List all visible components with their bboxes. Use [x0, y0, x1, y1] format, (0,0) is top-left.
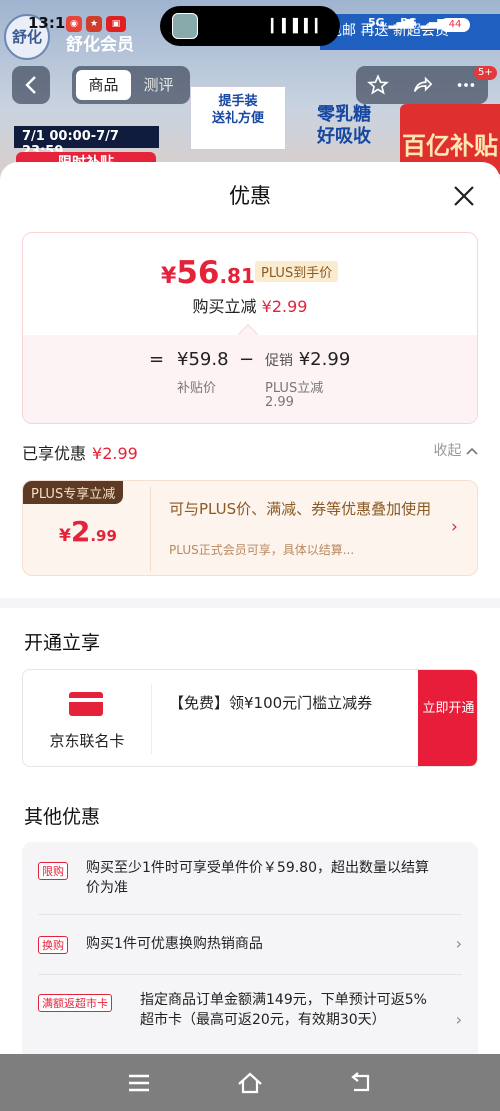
return-button[interactable]	[346, 1068, 376, 1098]
plus-price-tag: PLUS到手价	[255, 261, 339, 282]
enjoyed-value: ¥2.99	[92, 444, 138, 463]
open-now-button[interactable]: 立即开通	[418, 670, 477, 766]
menu-button[interactable]	[124, 1068, 154, 1098]
chevron-right-icon: ›	[455, 1010, 462, 1029]
subsidy-price: ¥59.8	[177, 349, 229, 370]
card-divider	[151, 684, 152, 754]
plus-discount-card[interactable]: PLUS专享立减 ¥2.99 可与PLUS价、满减、券等优惠叠加使用 PLUS正…	[22, 480, 478, 576]
other-section-title: 其他优惠	[24, 806, 101, 828]
chevron-up-icon	[466, 447, 478, 455]
open-section-title: 开通立享	[24, 632, 101, 654]
instant-cut-value: ¥2.99	[261, 297, 308, 316]
discount-tag: 换购	[38, 936, 68, 954]
product-navbar: 商品 测评 5+	[0, 66, 500, 112]
tab-review[interactable]: 测评	[131, 70, 186, 100]
plus-card-desc: 可与PLUS价、满减、券等优惠叠加使用	[169, 500, 432, 518]
credit-card-icon	[69, 692, 103, 716]
final-price-dec: .81	[219, 264, 255, 288]
promo-time: 7/1 00:00-7/7 23:59	[14, 126, 159, 159]
plus-amount-currency: ¥	[59, 526, 71, 546]
feature-carry-line2: 送礼方便	[211, 111, 264, 126]
star-icon[interactable]	[367, 74, 389, 96]
final-price: ¥56.81	[161, 255, 255, 291]
section-gap	[0, 598, 500, 608]
back-button[interactable]	[12, 66, 50, 104]
discount-tag: 限购	[38, 862, 68, 880]
list-item[interactable]: 限购 购买至少1件时可享受单件价￥59.80，超出数量以结算价为准	[38, 858, 462, 908]
instant-cut-line: 购买立减 ¥2.99	[23, 293, 477, 317]
back-icon	[25, 76, 36, 94]
list-item[interactable]: 满额返超市卡 指定商品订单金额满149元，下单预计可返5%超市卡（最高可返20元…	[38, 990, 462, 1054]
enjoyed-label-text: 已享优惠	[22, 444, 87, 463]
enjoyed-label: 已享优惠 ¥2.99	[22, 444, 138, 463]
network-1-label: 5G	[368, 16, 385, 29]
notification-icon-1: ◉	[66, 16, 82, 32]
plus-amount-dec: .99	[90, 527, 117, 545]
home-button[interactable]	[235, 1068, 265, 1098]
feature-lactose-line2: 好吸收	[317, 126, 371, 147]
close-icon	[454, 186, 474, 206]
plus-card-subdesc: PLUS正式会员可享，具体以结算...	[169, 543, 355, 557]
more-icon[interactable]	[455, 74, 477, 96]
formula-equals: =	[149, 349, 165, 370]
other-discounts-list: 限购 购买至少1件时可享受单件价￥59.80，超出数量以结算价为准 换购 购买1…	[22, 842, 478, 1054]
battery-indicator: 44	[440, 18, 470, 32]
return-icon	[351, 1072, 370, 1092]
price-breakdown-card: ¥56.81 PLUS到手价 购买立减 ¥2.99 = ¥59.8 补贴价 − …	[22, 232, 478, 424]
share-icon[interactable]	[411, 74, 433, 96]
audio-wave-icon: ▎▍▌▍▎	[271, 19, 326, 34]
menu-icon	[129, 1074, 149, 1092]
dynamic-island[interactable]: ▎▍▌▍▎	[160, 6, 340, 46]
plus-amount-int: 2	[70, 515, 91, 548]
list-divider	[38, 914, 462, 915]
notification-icon-2: ★	[86, 16, 102, 32]
status-bar: 13:14 ◉ ★ ▣ ▎▍▌▍▎ 5G ▂▄▆ 5G ▂▄▆ 44	[0, 0, 500, 50]
discount-tag: 满额返超市卡	[38, 994, 112, 1012]
media-thumbnail	[172, 13, 198, 39]
promo-value: ¥2.99	[298, 349, 351, 370]
promo-sub-label: PLUS立减	[265, 381, 324, 396]
promo-sub-value: 2.99	[265, 395, 294, 410]
card-brand-area: 京东联名卡	[23, 670, 151, 766]
enjoyed-discount-row: 已享优惠 ¥2.99 收起	[22, 440, 478, 464]
discount-text: 购买1件可优惠换购热销商品	[86, 936, 263, 952]
product-tabs: 商品 测评	[72, 66, 190, 104]
system-nav-bar	[0, 1054, 500, 1111]
chevron-right-icon: ›	[451, 517, 458, 537]
network-indicator-2: 5G ▂▄▆	[400, 16, 446, 29]
promo-discount: 促销 ¥2.99	[265, 349, 350, 370]
instant-cut-label: 购买立减	[192, 297, 257, 316]
sheet-title: 优惠	[229, 184, 271, 208]
plus-card-divider	[150, 487, 151, 571]
discount-text: 指定商品订单金额满149元，下单预计可返5%超市卡（最高可返20元，有效期30天…	[140, 992, 427, 1028]
message-badge: 5+	[474, 66, 497, 80]
plus-discount-amount: ¥2.99	[59, 515, 117, 548]
discount-text: 购买至少1件时可享受单件价￥59.80，超出数量以结算价为准	[86, 860, 429, 896]
tab-product[interactable]: 商品	[76, 70, 131, 100]
final-price-int: 56	[176, 255, 220, 291]
network-2-label: 5G	[400, 16, 417, 29]
final-price-currency: ¥	[161, 264, 177, 289]
close-button[interactable]	[446, 178, 482, 214]
list-divider	[38, 974, 462, 975]
home-icon	[238, 1072, 262, 1094]
notification-icon-3: ▣	[106, 16, 126, 32]
collapse-button[interactable]: 收起	[434, 440, 478, 460]
formula-minus: −	[239, 349, 255, 370]
collapse-label: 收起	[433, 443, 462, 459]
plus-card-header: PLUS专享立减	[23, 481, 124, 504]
list-item[interactable]: 换购 购买1件可优惠换购热销商品 ›	[38, 934, 462, 958]
jd-co-branded-card[interactable]: 京东联名卡 【免费】领¥100元门槛立减券 立即开通	[22, 669, 478, 767]
final-price-area: ¥56.81 PLUS到手价 购买立减 ¥2.99	[23, 233, 477, 333]
promo-prefix: 促销	[265, 353, 293, 369]
subsidy-price-label: 补贴价	[177, 381, 217, 396]
price-formula-area: = ¥59.8 补贴价 − 促销 ¥2.99 PLUS立减 2.99	[23, 335, 477, 423]
card-offer-desc: 【免费】领¥100元门槛立减券	[169, 694, 373, 712]
chevron-right-icon: ›	[455, 934, 462, 953]
discount-sheet: 优惠 ¥56.81 PLUS到手价 购买立减 ¥2.99 = ¥59.8 补贴价…	[0, 162, 500, 1054]
action-pill	[356, 66, 488, 104]
card-name: 京东联名卡	[49, 732, 125, 750]
